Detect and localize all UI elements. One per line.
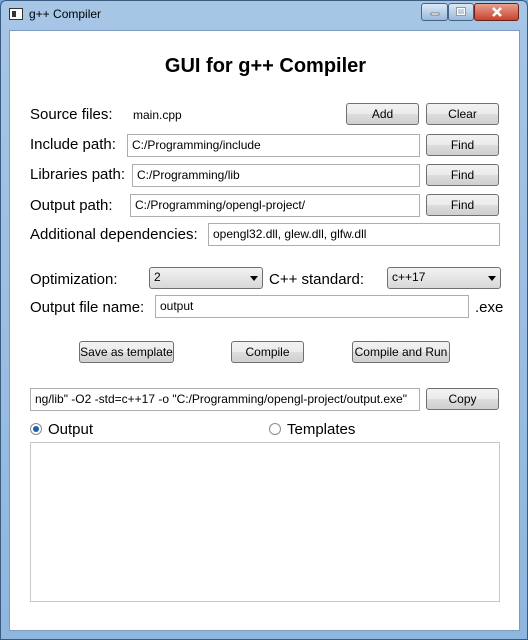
chevron-down-icon: [250, 276, 258, 281]
cpp-standard-label: C++ standard:: [269, 271, 365, 288]
compile-and-run-button[interactable]: Compile and Run: [352, 341, 450, 363]
close-icon: [491, 7, 502, 17]
dependencies-label: Additional dependencies:: [30, 226, 198, 243]
templates-radio-label[interactable]: Templates: [287, 421, 355, 438]
cpp-standard-select[interactable]: c++17: [387, 267, 501, 289]
include-find-button[interactable]: Find: [426, 134, 499, 156]
save-as-template-button[interactable]: Save as template: [79, 341, 174, 363]
libraries-find-button[interactable]: Find: [426, 164, 499, 186]
copy-button[interactable]: Copy: [426, 388, 499, 410]
output-file-name-label: Output file name:: [30, 299, 145, 316]
maximize-icon: [456, 7, 466, 16]
app-icon: [9, 8, 23, 20]
main-panel: GUI for g++ Compiler Source files: main.…: [9, 30, 520, 631]
close-button[interactable]: [474, 3, 519, 21]
compile-button[interactable]: Compile: [231, 341, 304, 363]
include-path-label: Include path:: [30, 136, 116, 153]
libraries-path-label: Libraries path:: [30, 166, 126, 183]
output-path-input[interactable]: C:/Programming/opengl-project/: [130, 194, 420, 217]
chevron-down-icon: [488, 276, 496, 281]
title-bar[interactable]: g++ Compiler: [1, 1, 527, 29]
clear-button[interactable]: Clear: [426, 103, 499, 125]
dependencies-input[interactable]: opengl32.dll, glew.dll, glfw.dll: [208, 223, 500, 246]
window-title: g++ Compiler: [29, 7, 102, 21]
output-radio[interactable]: [30, 423, 42, 435]
output-extension: .exe: [475, 299, 504, 316]
minimize-icon: [430, 12, 439, 16]
cpp-standard-value: c++17: [392, 270, 426, 284]
command-line-field[interactable]: ng/lib" -O2 -std=c++17 -o "C:/Programmin…: [30, 388, 420, 411]
output-find-button[interactable]: Find: [426, 194, 499, 216]
libraries-path-input[interactable]: C:/Programming/lib: [132, 164, 420, 187]
output-file-name-input[interactable]: output: [155, 295, 469, 318]
optimization-select[interactable]: 2: [149, 267, 263, 289]
output-radio-label[interactable]: Output: [48, 421, 93, 438]
source-files-label: Source files:: [30, 106, 113, 123]
app-window: g++ Compiler GUI for g++ Compiler Source…: [0, 0, 528, 640]
include-path-input[interactable]: C:/Programming/include: [127, 134, 420, 157]
output-path-label: Output path:: [30, 197, 113, 214]
maximize-button[interactable]: [448, 3, 474, 21]
minimize-button[interactable]: [421, 3, 448, 21]
optimization-label: Optimization:: [30, 271, 118, 288]
page-title: GUI for g++ Compiler: [164, 55, 367, 77]
add-button[interactable]: Add: [346, 103, 419, 125]
templates-radio[interactable]: [269, 423, 281, 435]
source-files-value: main.cpp: [133, 108, 182, 122]
optimization-value: 2: [154, 270, 161, 284]
output-textarea[interactable]: [30, 442, 500, 602]
